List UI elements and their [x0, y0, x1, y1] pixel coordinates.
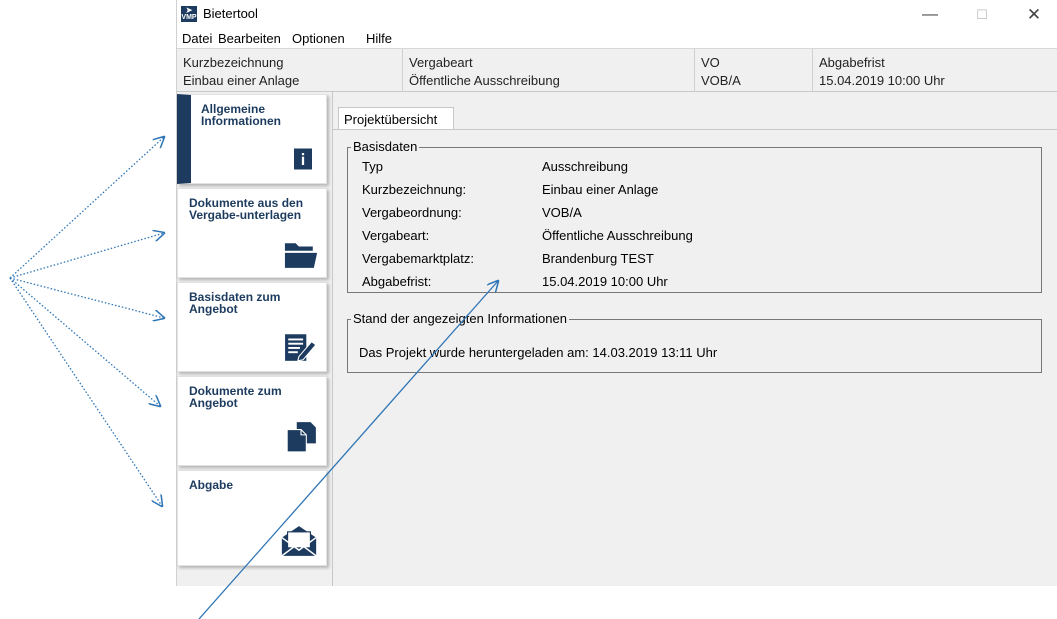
- info-icon: [294, 148, 312, 170]
- info-vergabeart: Vergabeart Öffentliche Ausschreibung: [403, 49, 695, 92]
- info-value: Einbau einer Anlage: [183, 73, 300, 88]
- sidebar-item-basisdaten-angebot[interactable]: Basisdaten zum Angebot: [177, 282, 327, 372]
- menu-optionen[interactable]: Optionen: [292, 31, 345, 46]
- project-info-bar: Kurzbezeichnung Einbau einer Anlage Verg…: [177, 48, 1057, 92]
- sidebar-item-dokumente-angebot[interactable]: Dokumente zum Angebot: [177, 376, 327, 466]
- annotation-arrow-5: [9, 277, 162, 506]
- sidebar-nav: Allgemeine Informationen Dokumente aus d…: [177, 92, 332, 586]
- annotation-arrow-4: [9, 277, 160, 406]
- info-label: VO: [701, 55, 720, 70]
- sidebar-item-label: Abgabe: [189, 478, 234, 492]
- group-basisdaten: Basisdaten Typ Ausschreibung Kurzbezeich…: [347, 139, 1042, 293]
- field-value: Brandenburg TEST: [542, 251, 654, 266]
- field-label: Kurzbezeichnung:: [362, 182, 467, 197]
- info-label: Kurzbezeichnung: [183, 55, 284, 70]
- documents-icon: [286, 422, 316, 453]
- info-value: Öffentliche Ausschreibung: [409, 73, 560, 88]
- info-vo: VO VOB/A: [695, 49, 813, 92]
- folder-icon: [284, 243, 318, 268]
- sidebar-item-label: Allgemeine Informationen: [201, 102, 281, 128]
- menu-bearbeiten[interactable]: Bearbeiten: [218, 31, 281, 46]
- field-label: Vergabeart:: [362, 228, 430, 243]
- annotation-arrow-3: [9, 277, 164, 318]
- maximize-button[interactable]: ☐: [964, 3, 1000, 27]
- field-value: Ausschreibung: [542, 159, 628, 174]
- field-label: Vergabeordnung:: [362, 205, 462, 220]
- info-label: Vergabeart: [409, 55, 473, 70]
- envelope-icon: [281, 526, 317, 557]
- app-window: ➤ VMP Bietertool — ☐ ✕ Datei Bearbeiten O…: [176, 0, 1057, 586]
- minimize-button[interactable]: —: [912, 3, 948, 27]
- field-value: Einbau einer Anlage: [542, 182, 659, 197]
- info-kurzbezeichnung: Kurzbezeichnung Einbau einer Anlage: [177, 49, 403, 92]
- tab-projektuebersicht[interactable]: Projektübersicht: [338, 107, 454, 130]
- sidebar-item-abgabe[interactable]: Abgabe: [177, 470, 327, 566]
- group-title: Stand der angezeigten Informationen: [351, 311, 569, 326]
- sidebar-item-label: Dokumente aus den Vergabe-unterlagen: [189, 196, 304, 222]
- edit-document-icon: [285, 334, 317, 362]
- app-logo-icon: ➤ VMP: [181, 5, 197, 22]
- info-value: VOB/A: [701, 73, 741, 88]
- field-value: 15.04.2019 10:00 Uhr: [542, 274, 668, 289]
- main-content: Projektübersicht Basisdaten Typ Ausschre…: [332, 92, 1057, 586]
- annotation-arrow-1: [9, 137, 164, 279]
- close-button[interactable]: ✕: [1016, 3, 1052, 27]
- field-value: VOB/A: [542, 205, 582, 220]
- window-title: Bietertool: [203, 6, 258, 21]
- annotation-arrow-2: [9, 233, 164, 279]
- sidebar-item-label: Basisdaten zum Angebot: [189, 290, 281, 316]
- group-stand-informationen: Stand der angezeigten Informationen Das …: [347, 311, 1042, 373]
- field-value: Öffentliche Ausschreibung: [542, 228, 693, 243]
- group-title: Basisdaten: [351, 139, 420, 154]
- info-abgabefrist: Abgabefrist 15.04.2019 10:00 Uhr: [813, 49, 1057, 92]
- menu-hilfe[interactable]: Hilfe: [366, 31, 392, 46]
- menu-datei[interactable]: Datei: [182, 31, 212, 46]
- tab-panel-projektuebersicht: Basisdaten Typ Ausschreibung Kurzbezeich…: [333, 129, 1057, 586]
- sidebar-item-label: Dokumente zum Angebot: [189, 384, 282, 410]
- field-label: Typ: [362, 159, 383, 174]
- info-value: 15.04.2019 10:00 Uhr: [819, 73, 945, 88]
- field-label: Vergabemarktplatz:: [362, 251, 475, 266]
- download-timestamp-text: Das Projekt wurde heruntergeladen am: 14…: [359, 345, 718, 360]
- menu-bar: Datei Bearbeiten Optionen Hilfe: [177, 30, 1057, 48]
- field-label: Abgabefrist:: [362, 274, 432, 289]
- sidebar-item-dokumente-vergabeunterlagen[interactable]: Dokumente aus den Vergabe-unterlagen: [177, 188, 327, 278]
- sidebar-item-allgemeine-informationen[interactable]: Allgemeine Informationen: [177, 94, 327, 184]
- title-bar: ➤ VMP Bietertool — ☐ ✕: [177, 0, 1057, 30]
- info-label: Abgabefrist: [819, 55, 885, 70]
